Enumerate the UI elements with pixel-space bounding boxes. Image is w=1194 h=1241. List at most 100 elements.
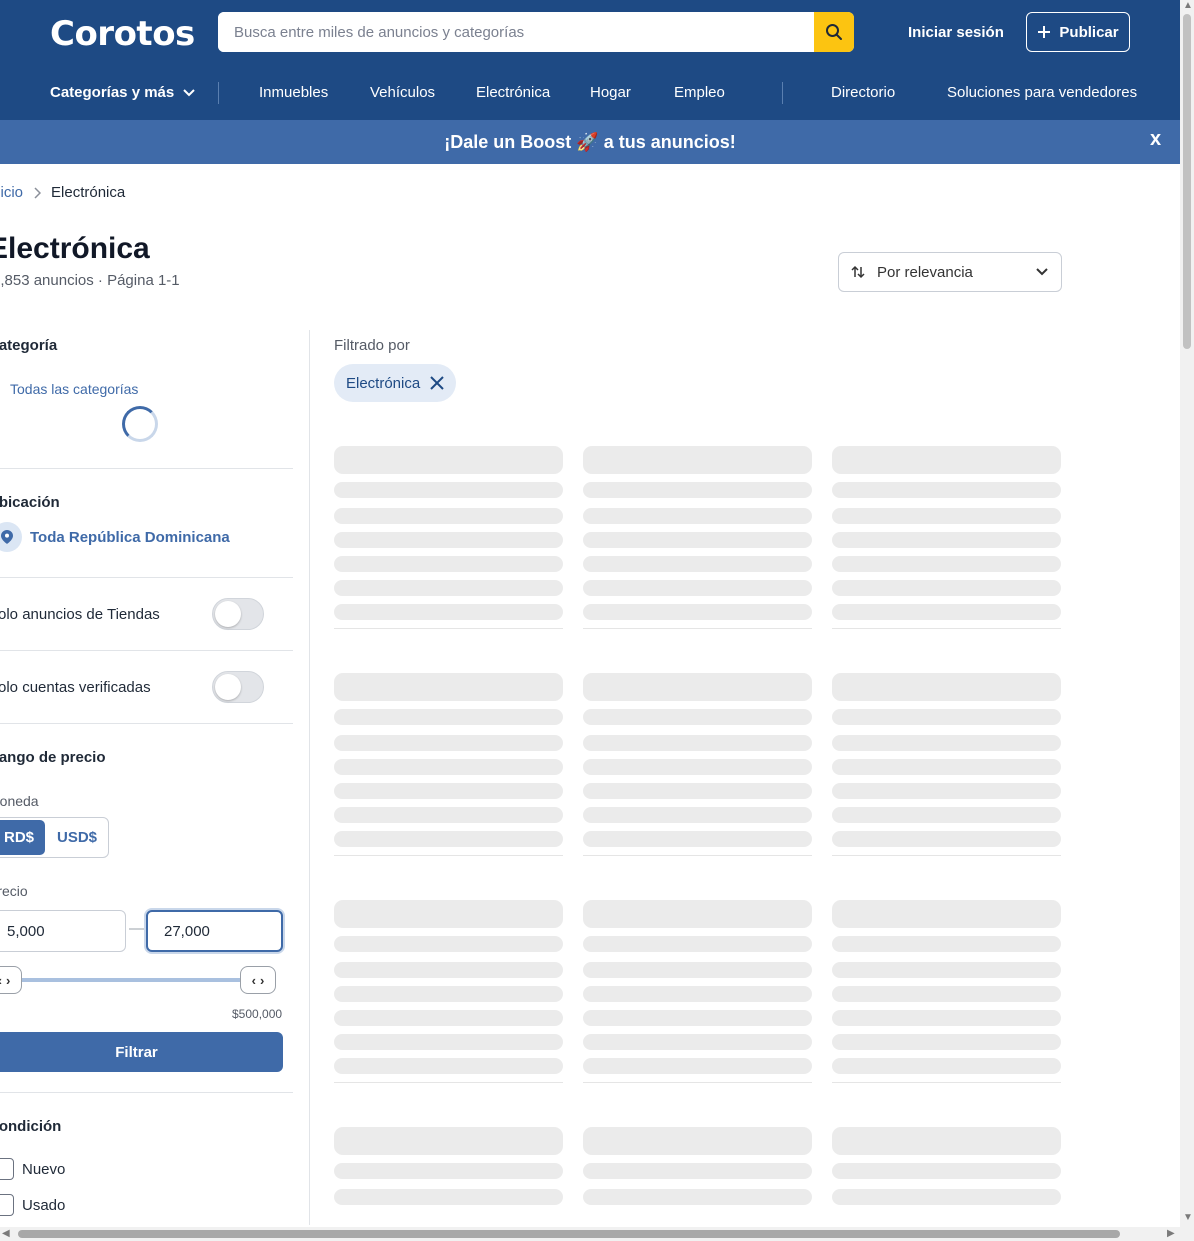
horizontal-scrollbar[interactable]: ◀ ▶ bbox=[0, 1227, 1180, 1241]
loading-spinner bbox=[122, 406, 158, 442]
card-divider bbox=[832, 1082, 1061, 1083]
skeleton-bar bbox=[832, 446, 1061, 474]
banner-text: ¡Dale un Boost 🚀 a tus anuncios! bbox=[444, 132, 736, 152]
scroll-up-arrow-icon[interactable]: ▲ bbox=[1183, 0, 1193, 11]
price-range-title: Rango de precio bbox=[0, 749, 106, 766]
skeleton-bar bbox=[583, 556, 812, 572]
card-divider bbox=[583, 1082, 812, 1083]
skeleton-bar bbox=[334, 1189, 563, 1205]
page-title: Electrónica bbox=[0, 232, 150, 265]
chevron-right-icon: › bbox=[260, 972, 265, 988]
close-icon[interactable] bbox=[430, 376, 444, 390]
publish-button[interactable]: Publicar bbox=[1026, 12, 1130, 52]
sort-label: Por relevancia bbox=[877, 263, 973, 281]
boost-banner[interactable]: ¡Dale un Boost 🚀 a tus anuncios! x bbox=[0, 120, 1180, 164]
login-link[interactable]: Iniciar sesión bbox=[908, 24, 1004, 41]
skeleton-bar bbox=[832, 1034, 1061, 1050]
nav-item-electronica[interactable]: Electrónica bbox=[476, 84, 550, 101]
price-max-input[interactable] bbox=[146, 910, 283, 952]
verified-only-toggle[interactable] bbox=[212, 671, 264, 703]
skeleton-bar bbox=[334, 482, 563, 498]
skeleton-bar bbox=[583, 673, 812, 701]
skeleton-bar bbox=[832, 1127, 1061, 1155]
skeleton-bar bbox=[832, 986, 1061, 1002]
card-divider bbox=[583, 628, 812, 629]
skeleton-bar bbox=[832, 556, 1061, 572]
location-pin-icon bbox=[0, 522, 22, 552]
skeleton-bar bbox=[334, 831, 563, 847]
skeleton-bar bbox=[583, 986, 812, 1002]
vertical-scrollbar[interactable]: ▲ ▼ bbox=[1180, 0, 1194, 1241]
skeleton-bar bbox=[583, 1010, 812, 1026]
skeleton-bar bbox=[832, 1010, 1061, 1026]
search-button[interactable] bbox=[814, 12, 854, 52]
nav-item-empleo[interactable]: Empleo bbox=[674, 84, 725, 101]
active-filter-chip[interactable]: Electrónica bbox=[334, 364, 457, 402]
scroll-left-arrow-icon[interactable]: ◀ bbox=[2, 1228, 10, 1239]
skeleton-bar bbox=[334, 962, 563, 978]
skeleton-bar bbox=[832, 962, 1061, 978]
banner-close-button[interactable]: x bbox=[1150, 128, 1161, 151]
top-header: Corotos Iniciar sesión Publicar Categorí… bbox=[0, 0, 1180, 120]
condition-used-checkbox[interactable] bbox=[0, 1194, 14, 1216]
divider bbox=[0, 650, 293, 651]
verified-only-label: Solo cuentas verificadas bbox=[0, 679, 151, 696]
card-divider bbox=[832, 855, 1061, 856]
skeleton-bar bbox=[832, 759, 1061, 775]
skeleton-bar bbox=[832, 735, 1061, 751]
price-min-input[interactable] bbox=[0, 910, 126, 952]
nav-divider bbox=[218, 82, 219, 104]
nav-categories-dropdown[interactable]: Categorías y más bbox=[50, 84, 196, 101]
all-categories-link[interactable]: Todas las categorías bbox=[10, 381, 138, 397]
vertical-scrollbar-thumb[interactable] bbox=[1183, 14, 1191, 349]
skeleton-bar bbox=[583, 1189, 812, 1205]
card-divider bbox=[832, 628, 1061, 629]
currency-usd-button[interactable]: USD$ bbox=[49, 820, 105, 855]
nav-item-sellers[interactable]: Soluciones para vendedores bbox=[947, 84, 1137, 101]
price-slider-min-handle[interactable]: ‹› bbox=[0, 966, 22, 994]
nav-item-hogar[interactable]: Hogar bbox=[590, 84, 631, 101]
skeleton-bar bbox=[334, 580, 563, 596]
card-divider bbox=[334, 855, 563, 856]
publish-label: Publicar bbox=[1059, 23, 1119, 41]
currency-rd-button[interactable]: RD$ bbox=[0, 820, 45, 855]
condition-new-checkbox[interactable] bbox=[0, 1158, 14, 1180]
skeleton-bar bbox=[583, 709, 812, 725]
location-selector[interactable]: Toda República Dominicana bbox=[30, 529, 230, 546]
skeleton-bar bbox=[832, 580, 1061, 596]
search-input[interactable] bbox=[218, 12, 814, 52]
skeleton-bar bbox=[583, 783, 812, 799]
skeleton-bar bbox=[334, 556, 563, 572]
filter-button[interactable]: Filtrar bbox=[0, 1032, 283, 1072]
skeleton-bar bbox=[583, 604, 812, 620]
price-slider-max-handle[interactable]: ‹ › bbox=[240, 966, 276, 994]
skeleton-bar bbox=[334, 1034, 563, 1050]
slider-max-label: $500,000 bbox=[232, 1007, 283, 1021]
nav-item-directorio[interactable]: Directorio bbox=[831, 84, 895, 101]
skeleton-bar bbox=[334, 986, 563, 1002]
chevron-down-icon bbox=[1036, 268, 1048, 276]
site-logo[interactable]: Corotos bbox=[50, 14, 195, 54]
skeleton-bar bbox=[832, 831, 1061, 847]
scroll-down-arrow-icon[interactable]: ▼ bbox=[1183, 1212, 1193, 1223]
sort-arrows-icon bbox=[851, 265, 865, 279]
skeleton-bar bbox=[583, 446, 812, 474]
skeleton-bar bbox=[583, 508, 812, 524]
skeleton-bar bbox=[832, 1163, 1061, 1179]
nav-item-inmuebles[interactable]: Inmuebles bbox=[259, 84, 328, 101]
scroll-right-arrow-icon[interactable]: ▶ bbox=[1167, 1228, 1175, 1239]
skeleton-bar bbox=[583, 580, 812, 596]
nav-item-vehiculos[interactable]: Vehículos bbox=[370, 84, 435, 101]
skeleton-bar bbox=[832, 936, 1061, 952]
skeleton-bar bbox=[334, 446, 563, 474]
price-slider-track[interactable] bbox=[0, 978, 258, 982]
divider bbox=[0, 577, 293, 578]
stores-only-toggle[interactable] bbox=[212, 598, 264, 630]
skeleton-bar bbox=[583, 759, 812, 775]
breadcrumb-home[interactable]: Inicio bbox=[0, 184, 23, 201]
skeleton-bar bbox=[832, 482, 1061, 498]
divider bbox=[0, 723, 293, 724]
sort-select[interactable]: Por relevancia bbox=[838, 252, 1062, 292]
horizontal-scrollbar-thumb[interactable] bbox=[18, 1230, 1120, 1238]
skeleton-bar bbox=[832, 1058, 1061, 1074]
